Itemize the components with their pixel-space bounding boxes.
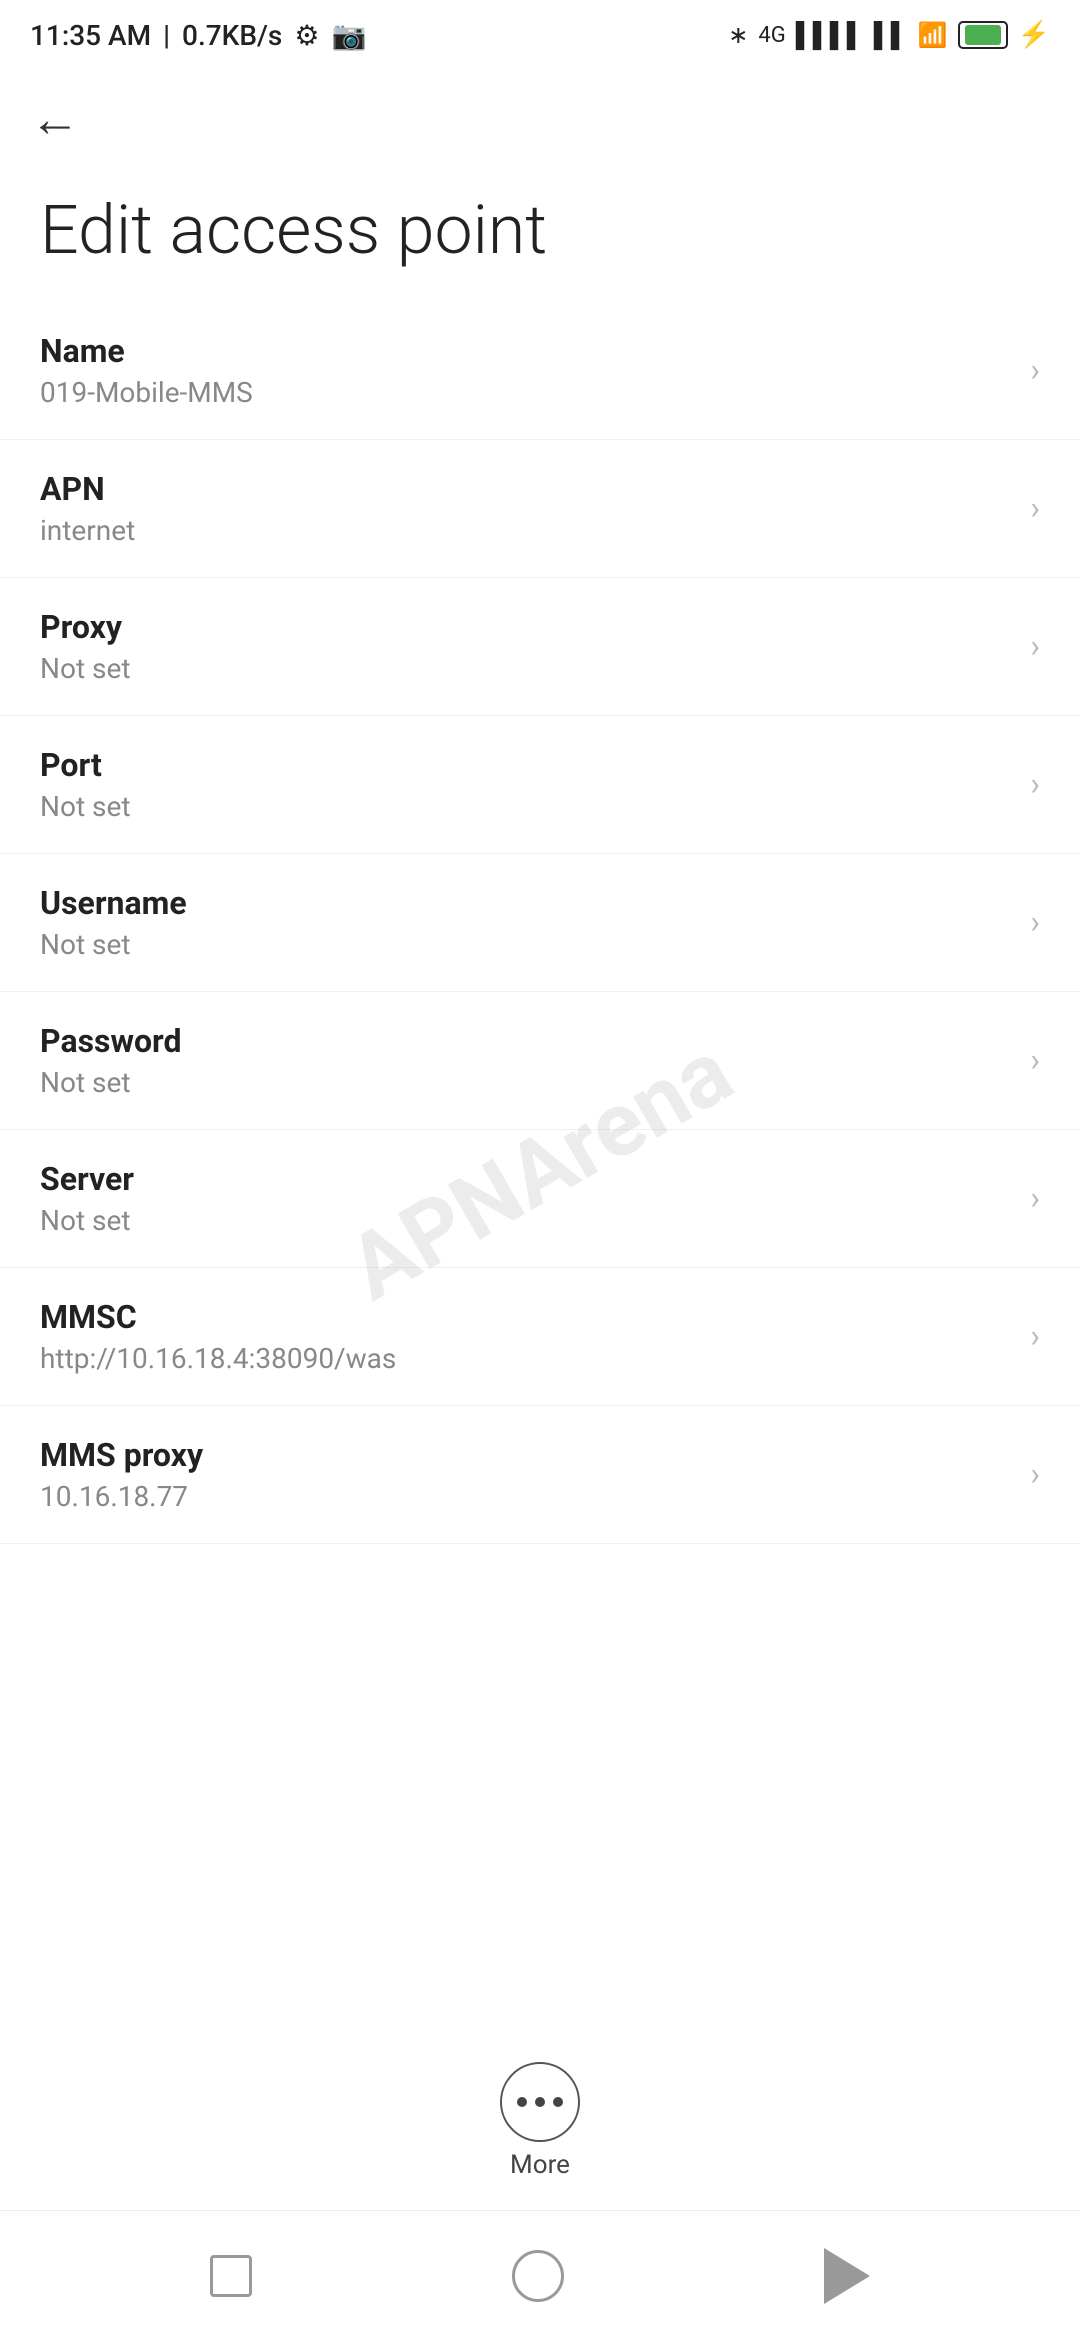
settings-item-value: internet: [40, 514, 135, 547]
chevron-right-icon: ›: [1030, 1317, 1040, 1355]
settings-item-label: Username: [40, 884, 187, 922]
page-title: Edit access point: [40, 190, 1040, 272]
settings-item-value: Not set: [40, 1204, 134, 1237]
settings-item-password[interactable]: Password Not set ›: [0, 992, 1080, 1130]
settings-item-content: MMSC http://10.16.18.4:38090/was: [40, 1298, 396, 1375]
more-label: More: [510, 2150, 570, 2180]
nav-home-button[interactable]: [512, 2250, 564, 2302]
network-4g-icon: 4G: [758, 23, 785, 48]
battery-fill: [965, 25, 1001, 45]
settings-item-apn[interactable]: APN internet ›: [0, 440, 1080, 578]
status-bar: 11:35 AM | 0.7KB/s ⚙ 📷 ∗ 4G ▌▌▌▌ ▌▌ 📶 ⚡: [0, 0, 1080, 70]
more-button[interactable]: More: [500, 2062, 580, 2180]
toolbar: ←: [0, 70, 1080, 170]
nav-recents-button[interactable]: [210, 2255, 252, 2297]
chevron-right-icon: ›: [1030, 1455, 1040, 1493]
charging-icon: ⚡: [1018, 20, 1050, 50]
wifi-icon: 📶: [918, 21, 948, 49]
settings-item-value: http://10.16.18.4:38090/was: [40, 1342, 396, 1375]
page-title-container: Edit access point: [0, 170, 1080, 302]
settings-item-content: Name 019-Mobile-MMS: [40, 332, 253, 409]
video-icon: 📷: [331, 19, 366, 52]
settings-item-value: Not set: [40, 652, 131, 685]
settings-item-value: Not set: [40, 1066, 181, 1099]
more-dots-icon: [517, 2097, 563, 2107]
settings-item-server[interactable]: Server Not set ›: [0, 1130, 1080, 1268]
home-icon: [512, 2250, 564, 2302]
navigation-bar: [0, 2210, 1080, 2340]
settings-icon: ⚙: [294, 19, 319, 52]
chevron-right-icon: ›: [1030, 489, 1040, 527]
status-speed: |: [163, 19, 170, 52]
status-right: ∗ 4G ▌▌▌▌ ▌▌ 📶 ⚡: [728, 20, 1050, 50]
settings-item-content: APN internet: [40, 470, 135, 547]
settings-item-content: Proxy Not set: [40, 608, 131, 685]
settings-item-username[interactable]: Username Not set ›: [0, 854, 1080, 992]
status-data-speed: 0.7KB/s: [182, 19, 282, 52]
settings-item-label: Password: [40, 1022, 181, 1060]
signal2-icon: ▌▌: [874, 21, 908, 50]
chevron-right-icon: ›: [1030, 1041, 1040, 1079]
signal-icon: ▌▌▌▌: [796, 21, 864, 50]
settings-item-label: Name: [40, 332, 253, 370]
chevron-right-icon: ›: [1030, 765, 1040, 803]
settings-item-value: 019-Mobile-MMS: [40, 376, 253, 409]
settings-item-label: MMSC: [40, 1298, 396, 1336]
more-circle-icon: [500, 2062, 580, 2142]
settings-item-content: Server Not set: [40, 1160, 134, 1237]
back-button[interactable]: ←: [30, 95, 80, 145]
settings-item-content: Password Not set: [40, 1022, 181, 1099]
settings-item-mms-proxy[interactable]: MMS proxy 10.16.18.77 ›: [0, 1406, 1080, 1544]
chevron-right-icon: ›: [1030, 903, 1040, 941]
settings-item-content: Username Not set: [40, 884, 187, 961]
settings-item-content: MMS proxy 10.16.18.77: [40, 1436, 203, 1513]
status-time: 11:35 AM: [30, 19, 151, 52]
settings-item-label: APN: [40, 470, 135, 508]
back-icon: [824, 2248, 870, 2304]
settings-item-proxy[interactable]: Proxy Not set ›: [0, 578, 1080, 716]
settings-item-port[interactable]: Port Not set ›: [0, 716, 1080, 854]
settings-list: Name 019-Mobile-MMS › APN internet › Pro…: [0, 302, 1080, 1544]
settings-item-label: Server: [40, 1160, 134, 1198]
chevron-right-icon: ›: [1030, 351, 1040, 389]
recents-icon: [210, 2255, 252, 2297]
settings-item-value: Not set: [40, 790, 131, 823]
settings-item-label: Port: [40, 746, 131, 784]
chevron-right-icon: ›: [1030, 627, 1040, 665]
settings-item-content: Port Not set: [40, 746, 131, 823]
bluetooth-icon: ∗: [728, 21, 748, 49]
status-left: 11:35 AM | 0.7KB/s ⚙ 📷: [30, 19, 366, 52]
settings-item-value: Not set: [40, 928, 187, 961]
battery-indicator: [958, 21, 1008, 49]
settings-item-name[interactable]: Name 019-Mobile-MMS ›: [0, 302, 1080, 440]
settings-item-label: Proxy: [40, 608, 131, 646]
settings-item-mmsc[interactable]: MMSC http://10.16.18.4:38090/was ›: [0, 1268, 1080, 1406]
settings-item-label: MMS proxy: [40, 1436, 203, 1474]
nav-back-button[interactable]: [824, 2248, 870, 2304]
settings-item-value: 10.16.18.77: [40, 1480, 203, 1513]
chevron-right-icon: ›: [1030, 1179, 1040, 1217]
